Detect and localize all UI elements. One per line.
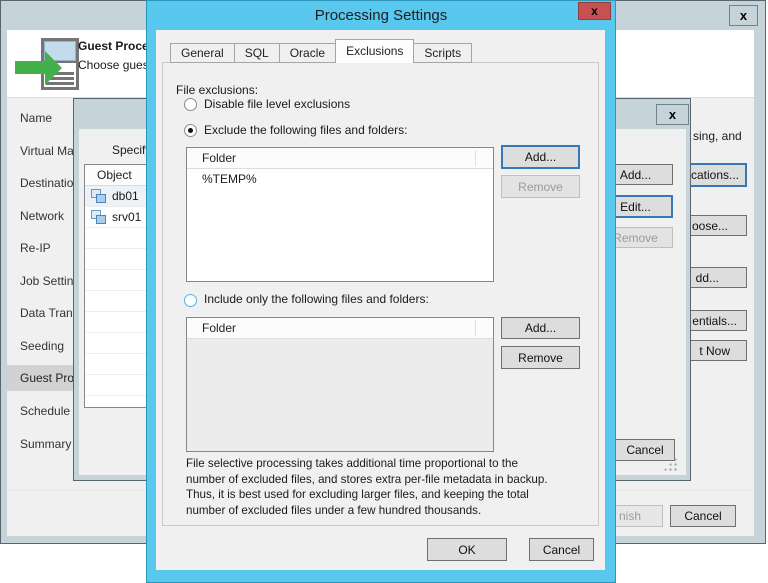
- tab-page-border: [162, 62, 599, 526]
- tab-scripts[interactable]: Scripts: [413, 43, 473, 63]
- dialog-cancel-button[interactable]: Cancel: [615, 439, 675, 461]
- vm-name: srv01: [112, 210, 142, 224]
- cancel-button[interactable]: Cancel: [529, 538, 594, 561]
- vm-icon: [91, 209, 107, 225]
- vm-icon: [91, 188, 107, 204]
- guest-processing-icon: [15, 36, 79, 92]
- guest-processing-description-fragment: sing, and: [693, 129, 742, 143]
- screen: x Guest Proce Choose gues Name Virtual M…: [0, 0, 768, 583]
- tab-oracle[interactable]: Oracle: [278, 43, 337, 63]
- close-button[interactable]: x: [578, 2, 611, 20]
- dialog-body: General SQL Oracle Exclusions Scripts Fi…: [156, 30, 605, 570]
- ok-button[interactable]: OK: [427, 538, 507, 561]
- tab-general[interactable]: General: [170, 43, 235, 63]
- wizard-close-button[interactable]: x: [729, 5, 758, 26]
- vm-name: db01: [112, 189, 139, 203]
- wizard-cancel-button[interactable]: Cancel: [670, 505, 736, 527]
- dialog-close-button[interactable]: x: [656, 104, 689, 125]
- tab-exclusions[interactable]: Exclusions: [335, 39, 415, 63]
- wizard-step-title: Guest Proce: [78, 39, 149, 53]
- wizard-step-subtitle: Choose gues: [78, 58, 149, 72]
- tab-bar: General SQL Oracle Exclusions Scripts: [170, 39, 473, 63]
- dialog-title: Processing Settings: [314, 7, 448, 24]
- tab-sql[interactable]: SQL: [233, 43, 280, 63]
- processing-settings-dialog: Processing Settings x General SQL Oracle…: [146, 0, 616, 583]
